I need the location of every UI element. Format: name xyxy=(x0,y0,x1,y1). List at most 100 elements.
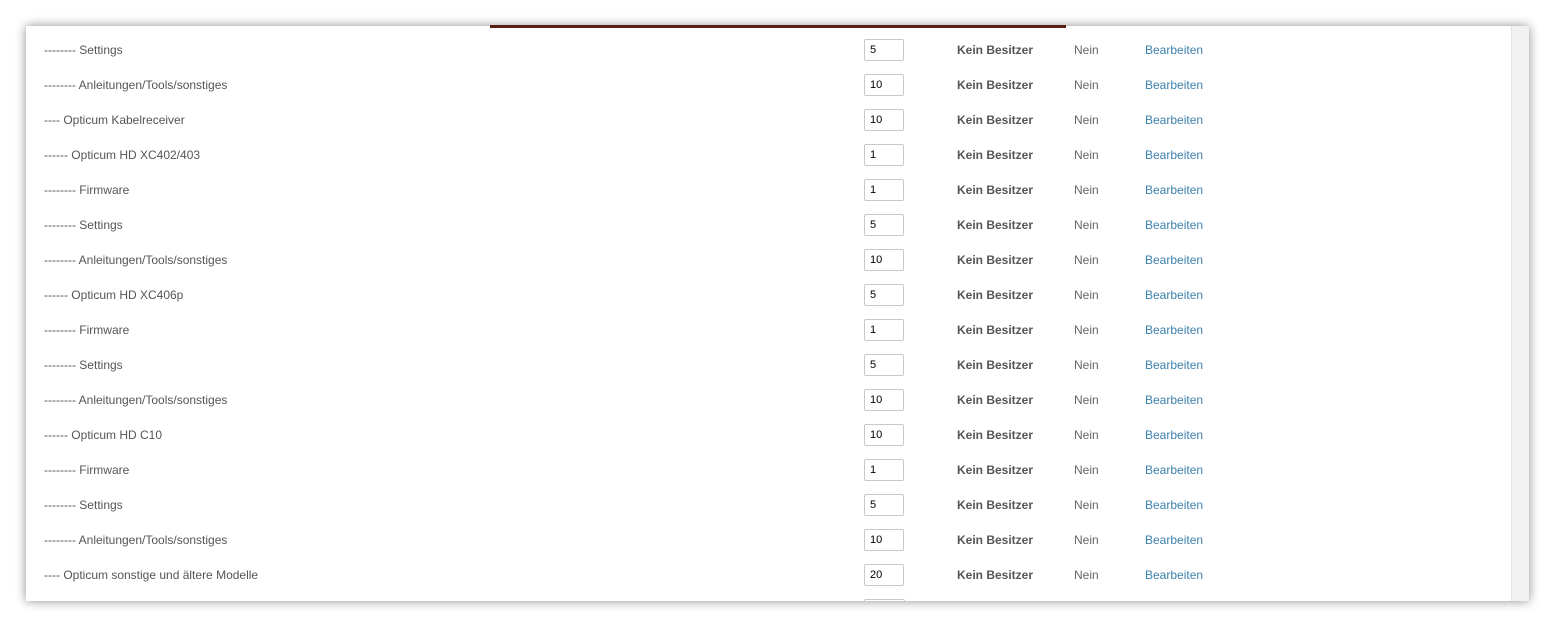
owner-label: Kein Besitzer xyxy=(957,218,1034,232)
forum-row: -------- Settings Kein Besitzer Nein Bea… xyxy=(26,488,1512,523)
order-input[interactable] xyxy=(864,319,904,341)
edit-link[interactable]: Bearbeiten xyxy=(1145,183,1203,197)
forum-row: -------- Settings Kein Besitzer Nein Bea… xyxy=(26,348,1512,383)
order-input[interactable] xyxy=(864,109,904,131)
order-input[interactable] xyxy=(864,494,904,516)
forum-name: -------- Settings xyxy=(44,43,123,57)
status-value: Nein xyxy=(1074,78,1099,92)
edit-link[interactable]: Bearbeiten xyxy=(1145,393,1203,407)
order-input[interactable] xyxy=(864,144,904,166)
status-value: Nein xyxy=(1074,288,1099,302)
forum-name: -------- Settings xyxy=(44,498,123,512)
forum-name: ------ Opticum HD XC402/403 xyxy=(44,148,201,162)
edit-link[interactable]: Bearbeiten xyxy=(1145,148,1203,162)
order-input[interactable] xyxy=(864,214,904,236)
order-input[interactable] xyxy=(864,529,904,551)
forum-name: -------- Firmware xyxy=(44,463,130,477)
owner-label: Kein Besitzer xyxy=(957,568,1034,582)
forum-row: ---- Opticum sonstige und ältere Modelle… xyxy=(26,558,1512,593)
order-input[interactable] xyxy=(864,249,904,271)
edit-link[interactable]: Bearbeiten xyxy=(1145,288,1203,302)
order-input[interactable] xyxy=(864,354,904,376)
forum-name: ------ Opticum HD XC406p xyxy=(44,288,184,302)
forum-row: -------- Settings Kein Besitzer Nein Bea… xyxy=(26,208,1512,243)
owner-label: Kein Besitzer xyxy=(957,78,1034,92)
forum-row: -------- Firmware Kein Besitzer Nein Bea… xyxy=(26,313,1512,348)
order-input[interactable] xyxy=(864,389,904,411)
status-value: Nein xyxy=(1074,393,1099,407)
owner-label: Kein Besitzer xyxy=(957,43,1034,57)
edit-link[interactable]: Bearbeiten xyxy=(1145,463,1203,477)
forum-row: ------ Opticum HD XC402/403 Kein Besitze… xyxy=(26,138,1512,173)
status-value: Nein xyxy=(1074,183,1099,197)
forum-row: -------- Firmware Kein Besitzer Nein Bea… xyxy=(26,453,1512,488)
order-input[interactable] xyxy=(864,564,904,586)
order-input[interactable] xyxy=(864,459,904,481)
forum-name: ------ Opticum HD C10 xyxy=(44,428,163,442)
status-value: Nein xyxy=(1074,428,1099,442)
order-input[interactable] xyxy=(864,74,904,96)
forum-name: -------- Anleitungen/Tools/sonstiges xyxy=(44,78,228,92)
edit-link[interactable]: Bearbeiten xyxy=(1145,358,1203,372)
forum-name: -------- Anleitungen/Tools/sonstiges xyxy=(44,253,228,267)
edit-link[interactable]: Bearbeiten xyxy=(1145,323,1203,337)
forum-row: -------- Anleitungen/Tools/sonstiges Kei… xyxy=(26,243,1512,278)
forum-name: -------- Firmware xyxy=(44,323,130,337)
edit-link[interactable]: Bearbeiten xyxy=(1145,78,1203,92)
order-input[interactable] xyxy=(864,179,904,201)
status-value: Nein xyxy=(1074,253,1099,267)
forum-row: -------- Anleitungen/Tools/sonstiges Kei… xyxy=(26,383,1512,418)
forum-admin-panel: -------- Settings Kein Besitzer Nein Bea… xyxy=(26,26,1529,601)
edit-link[interactable]: Bearbeiten xyxy=(1145,43,1203,57)
edit-link[interactable]: Bearbeiten xyxy=(1145,533,1203,547)
status-value: Nein xyxy=(1074,533,1099,547)
edit-link[interactable]: Bearbeiten xyxy=(1145,253,1203,267)
status-value: Nein xyxy=(1074,43,1099,57)
edit-link[interactable]: Bearbeiten xyxy=(1145,113,1203,127)
owner-label: Kein Besitzer xyxy=(957,323,1034,337)
owner-label: Kein Besitzer xyxy=(957,393,1034,407)
forum-name: -------- Anleitungen/Tools/sonstiges xyxy=(44,393,228,407)
owner-label: Kein Besitzer xyxy=(957,428,1034,442)
owner-label: Kein Besitzer xyxy=(957,358,1034,372)
forum-name: -------- Settings xyxy=(44,358,123,372)
edit-link[interactable]: Bearbeiten xyxy=(1145,218,1203,232)
status-value: Nein xyxy=(1074,148,1099,162)
order-input[interactable] xyxy=(864,39,904,61)
header-accent-bar xyxy=(490,25,1066,28)
vertical-scrollbar[interactable] xyxy=(1511,26,1529,601)
order-input-partial[interactable] xyxy=(864,599,905,601)
forum-row: -------- Settings Kein Besitzer Nein Bea… xyxy=(26,33,1512,68)
status-value: Nein xyxy=(1074,498,1099,512)
status-value: Nein xyxy=(1074,323,1099,337)
owner-label: Kein Besitzer xyxy=(957,533,1034,547)
forum-row: -------- Anleitungen/Tools/sonstiges Kei… xyxy=(26,68,1512,103)
edit-link[interactable]: Bearbeiten xyxy=(1145,498,1203,512)
forum-row: ------ Opticum HD XC406p Kein Besitzer N… xyxy=(26,278,1512,313)
owner-label: Kein Besitzer xyxy=(957,463,1034,477)
status-value: Nein xyxy=(1074,113,1099,127)
forum-row: -------- Firmware Kein Besitzer Nein Bea… xyxy=(26,173,1512,208)
forum-row: -------- Anleitungen/Tools/sonstiges Kei… xyxy=(26,523,1512,558)
status-value: Nein xyxy=(1074,218,1099,232)
forum-row: ------ Opticum HD C10 Kein Besitzer Nein… xyxy=(26,418,1512,453)
owner-label: Kein Besitzer xyxy=(957,148,1034,162)
status-value: Nein xyxy=(1074,358,1099,372)
status-value: Nein xyxy=(1074,568,1099,582)
edit-link[interactable]: Bearbeiten xyxy=(1145,428,1203,442)
owner-label: Kein Besitzer xyxy=(957,288,1034,302)
status-value: Nein xyxy=(1074,463,1099,477)
forum-name: ---- Opticum Kabelreceiver xyxy=(44,113,185,127)
edit-link[interactable]: Bearbeiten xyxy=(1145,568,1203,582)
forum-name: -------- Firmware xyxy=(44,183,130,197)
order-input[interactable] xyxy=(864,284,904,306)
order-input[interactable] xyxy=(864,424,904,446)
owner-label: Kein Besitzer xyxy=(957,253,1034,267)
forum-list: -------- Settings Kein Besitzer Nein Bea… xyxy=(26,33,1512,593)
forum-name: -------- Anleitungen/Tools/sonstiges xyxy=(44,533,228,547)
forum-name: -------- Settings xyxy=(44,218,123,232)
owner-label: Kein Besitzer xyxy=(957,498,1034,512)
owner-label: Kein Besitzer xyxy=(957,183,1034,197)
owner-label: Kein Besitzer xyxy=(957,113,1034,127)
forum-row: ---- Opticum Kabelreceiver Kein Besitzer… xyxy=(26,103,1512,138)
